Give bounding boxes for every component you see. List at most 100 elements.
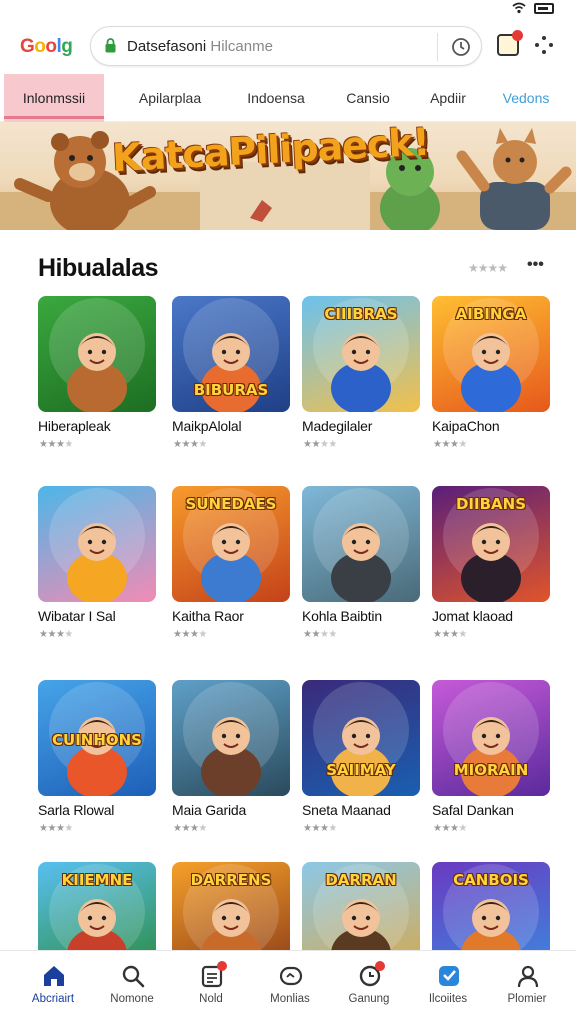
game-art [183, 682, 279, 796]
category-tabs: Inlonmssii Apilarplaa Indoensa Cansio Apdiir… [0, 74, 576, 122]
clock-icon[interactable] [451, 37, 471, 57]
game-thumbnail[interactable] [38, 486, 156, 602]
status-bar [0, 0, 576, 18]
promo-banner[interactable]: KatcaPilipaeck! [0, 122, 576, 230]
tab-3[interactable]: Cansio [330, 74, 406, 122]
nav-item-4[interactable]: Ganung [333, 951, 405, 1024]
battery-icon [534, 2, 554, 14]
character-head [78, 899, 116, 937]
star-rating: ★★★★ [39, 439, 73, 450]
game-thumbnail[interactable]: SUNEDAES [172, 486, 290, 602]
game-card[interactable]: Wibatar I Sal ★★★★ [38, 486, 158, 646]
star-icon: ★ [64, 439, 73, 450]
game-card[interactable]: Maia Garida ★★★★ [172, 680, 292, 840]
star-icon: ★ [458, 629, 467, 640]
game-title[interactable]: Sarla Rlowal [38, 802, 114, 818]
star-rating: ★★★★ [433, 439, 467, 450]
lock-icon [105, 38, 116, 53]
notification-badge [217, 961, 227, 971]
star-icon: ★ [181, 823, 190, 834]
tab-0[interactable]: Inlonmssii [4, 74, 104, 122]
game-title[interactable]: Kaitha Raor [172, 608, 244, 624]
game-card[interactable]: AIBINGA KaipaChon ★★★★ [432, 296, 552, 456]
tab-4[interactable]: Apdiir [412, 74, 484, 122]
game-thumbnail[interactable]: DIIBANS [432, 486, 550, 602]
game-thumbnail[interactable]: CIIIBRAS [302, 296, 420, 412]
game-card[interactable]: Kohla Baibtin ★★★★ [302, 486, 422, 646]
star-icon: ★ [458, 823, 467, 834]
star-icon: ★ [198, 629, 207, 640]
character-head [78, 523, 116, 561]
game-thumbnail[interactable]: SAIIMAY [302, 680, 420, 796]
address-bar[interactable]: Datsefasoni Hilcanme [90, 26, 482, 66]
game-logo-text: MIORAIN [453, 762, 529, 779]
section-more-button[interactable]: ••• [527, 256, 544, 274]
star-icon: ★ [64, 823, 73, 834]
star-icon: ★ [441, 823, 450, 834]
star-icon: ★ [328, 823, 337, 834]
game-thumbnail[interactable]: AIBINGA [432, 296, 550, 412]
game-card[interactable]: CIIIBRAS Madegilaler ★★★★ [302, 296, 422, 456]
game-logo-text: DARRAN [325, 872, 397, 889]
game-card[interactable]: DIIBANS Jomat klaoad ★★★★ [432, 486, 552, 646]
tab-1[interactable]: Apilarplaa [120, 74, 220, 122]
star-icon: ★ [47, 439, 56, 450]
game-title[interactable]: Safal Dankan [432, 802, 514, 818]
nav-item-6[interactable]: Plomier [491, 951, 563, 1024]
wifi-icon [512, 2, 526, 14]
game-title[interactable]: Sneta Maanad [302, 802, 391, 818]
game-thumbnail[interactable] [302, 486, 420, 602]
game-title[interactable]: Hiberapleak [38, 418, 111, 434]
tab-5[interactable]: Vedons [488, 74, 564, 122]
game-title[interactable]: Wibatar I Sal [38, 608, 116, 624]
game-title[interactable]: Kohla Baibtin [302, 608, 382, 624]
star-icon: ★ [458, 439, 467, 450]
game-card[interactable]: CUINHONS Sarla Rlowal ★★★★ [38, 680, 158, 840]
game-thumbnail[interactable]: CUINHONS [38, 680, 156, 796]
cat-character [480, 182, 550, 230]
game-title[interactable]: Jomat klaoad [432, 608, 513, 624]
star-icon: ★ [47, 823, 56, 834]
nav-item-2[interactable]: Nold [175, 951, 247, 1024]
game-card[interactable]: MIORAIN Safal Dankan ★★★★ [432, 680, 552, 840]
nav-item-1[interactable]: Nomone [96, 951, 168, 1024]
nav-item-3[interactable]: Monlias [254, 951, 326, 1024]
nav-label: Ganung [348, 993, 390, 1005]
nav-label: Nold [199, 993, 223, 1005]
game-logo-text: KIIEMNE [61, 872, 133, 889]
game-title[interactable]: Maia Garida [172, 802, 246, 818]
star-rating: ★★★★ [303, 629, 337, 640]
character-head [342, 333, 380, 371]
game-card[interactable]: SAIIMAY Sneta Maanad ★★★★ [302, 680, 422, 840]
star-rating: ★★★★ [303, 439, 337, 450]
character-head [472, 717, 510, 755]
game-title[interactable]: KaipaChon [432, 418, 500, 434]
star-rating: ★★★★ [173, 439, 207, 450]
game-logo-text: SAIIMAY [326, 762, 396, 779]
extensions-icon[interactable] [497, 30, 523, 56]
game-card[interactable]: BIBURAS MaikpAlolal ★★★★ [172, 296, 292, 456]
star-icon: ★ [328, 439, 337, 450]
game-logo-text: CANBOIS [453, 872, 529, 889]
character-head [212, 899, 250, 937]
star-icon: ★ [198, 823, 207, 834]
nav-item-0[interactable]: Abcriairt [17, 951, 89, 1024]
game-title[interactable]: MaikpAlolal [172, 418, 242, 434]
address-divider [437, 33, 438, 61]
tab-2[interactable]: Indoensa [230, 74, 322, 122]
nav-label: Abcriairt [31, 993, 75, 1005]
game-card[interactable]: SUNEDAES Kaitha Raor ★★★★ [172, 486, 292, 646]
browser-logo[interactable]: Goolg [20, 36, 73, 58]
game-thumbnail[interactable] [38, 296, 156, 412]
game-title[interactable]: Madegilaler [302, 418, 372, 434]
game-thumbnail[interactable]: BIBURAS [172, 296, 290, 412]
character-head [472, 899, 510, 937]
star-icon: ★ [441, 439, 450, 450]
nav-label: Plomier [507, 993, 547, 1005]
url-main: Datsefasoni [127, 38, 207, 55]
game-thumbnail[interactable]: MIORAIN [432, 680, 550, 796]
more-options-icon[interactable] [534, 35, 554, 55]
game-card[interactable]: Hiberapleak ★★★★ [38, 296, 158, 456]
game-thumbnail[interactable] [172, 680, 290, 796]
nav-item-5[interactable]: Ilcoiites [412, 951, 484, 1024]
